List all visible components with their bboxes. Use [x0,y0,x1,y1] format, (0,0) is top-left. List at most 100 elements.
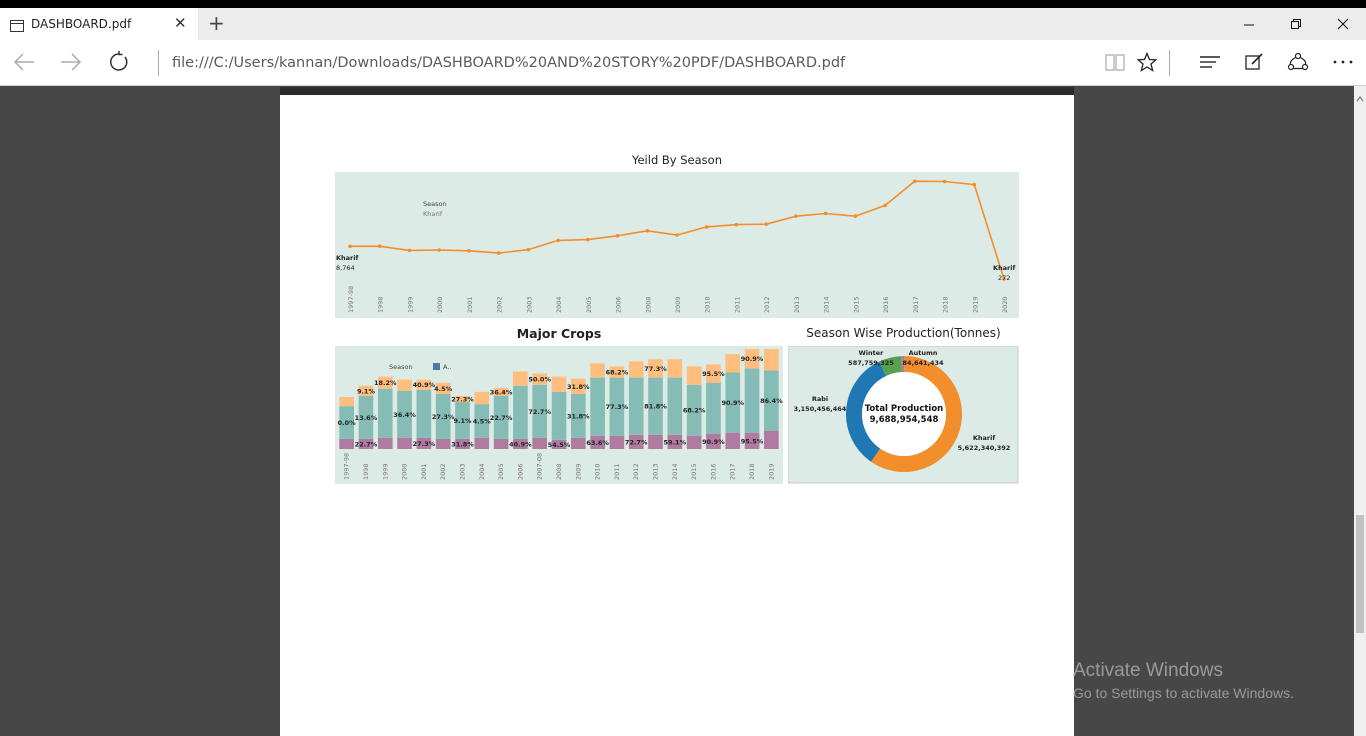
slice-name-label: Winter [859,349,885,357]
tab-close-button[interactable]: ✕ [174,15,187,31]
restore-button[interactable] [1289,16,1309,32]
slice-name-label: Rabi [812,395,828,403]
scrollbar[interactable] [1354,86,1366,736]
slice-value-label: 3,150,456,464 [794,405,847,413]
close-window-button[interactable] [1336,16,1356,32]
legend-title: Season [389,363,413,371]
x-tick-label: 2012 [632,463,640,480]
x-tick-label: 2006 [615,296,623,313]
x-tick-label: 2000 [436,296,444,313]
minimize-button[interactable] [1242,16,1262,32]
new-tab-button[interactable]: + [208,12,225,34]
x-tick-label: 2011 [613,463,621,480]
slice-value-label: 587,759,325 [848,359,894,367]
data-label: 90.9% [741,355,764,363]
yield-point [823,211,828,216]
yield-by-season-chart: 1997-98 1998 1999 2000 2001 2002 2003 2004 2005 2… [335,172,1019,318]
x-tick-label: 2020 [1001,296,1009,313]
bar-segment-bottom [609,435,625,449]
tab-page-icon [10,17,24,36]
yield-point [972,182,977,187]
hub-icon[interactable] [1199,52,1221,76]
x-tick-label: 2001 [420,463,428,480]
bar-segment-mid [706,382,721,434]
start-value-label: 8,764 [336,264,355,272]
donut-center-label: Total Production [865,404,943,414]
yield-point [615,233,620,238]
scroll-up-arrow-icon[interactable] [1356,88,1364,102]
x-tick-label: 2019 [971,296,979,313]
bar-segment-bottom [435,438,451,449]
legend-title: Season [423,200,447,208]
yield-point [586,237,590,242]
yield-point [556,238,560,243]
legend-item: Kharif [423,210,443,218]
x-tick-label: 2019 [767,463,775,480]
x-tick-label: 2003 [525,296,533,313]
bar-segment-bottom [725,432,741,449]
yield-point [496,251,501,255]
x-tick-label: 1997-98 [343,453,351,480]
share-icon[interactable] [1287,52,1309,76]
bar-segment-bottom [493,438,509,449]
bar-segment-bottom [648,434,663,449]
start-series-label: Kharif [336,254,358,262]
x-tick-label: 2002 [439,463,447,480]
x-tick-label: 2002 [496,296,504,313]
data-label: 68.2% [606,368,629,376]
window-top-strip [0,0,1366,8]
yield-chart-title: Yeild By Season [631,153,722,167]
major-crops-chart: 1997-98 1998 1999 2000 2001 2002 2003 2004 2005 2… [335,346,783,484]
slice-name-label: Autumn [909,349,938,357]
legend-swatch [433,363,440,370]
data-label: 31.8% [451,440,474,448]
x-tick-label: 2017 [912,296,920,313]
data-label: 40.9% [413,381,436,389]
favorite-star-icon[interactable] [1136,51,1158,76]
yield-point [645,228,650,233]
data-label: 27.3% [432,413,455,421]
season-production-donut: Total Production9,688,954,548 Kharif 5,622… [788,346,1019,484]
bar-segment-bottom [570,437,586,449]
data-label: 22.7% [355,440,378,448]
x-tick-label: 2008 [644,296,652,313]
forward-arrow-icon[interactable] [59,51,83,77]
bar-segment-bottom [397,437,412,449]
web-note-icon[interactable] [1244,52,1264,76]
refresh-icon[interactable] [108,51,130,77]
season-production-title: Season Wise Production(Tonnes) [806,326,1001,340]
x-tick-label: 1997-98 [347,286,355,313]
yield-point [734,222,739,227]
separator [1169,50,1170,76]
x-tick-label: 2010 [594,463,602,480]
bar-segment-top [397,379,412,391]
data-label: 63.6% [586,439,609,447]
tab-dashboard[interactable]: DASHBOARD.pdf ✕ [0,8,198,40]
data-label: 4.5% [434,385,453,393]
url-field[interactable]: file:///C:/Users/kannan/Downloads/DASHBO… [172,55,845,71]
yield-point [526,247,531,252]
x-tick-label: 2001 [466,296,474,313]
yield-point [794,214,798,218]
bar-segment-bottom [532,437,548,449]
bar-segment-mid [667,377,683,435]
page-separator [280,87,1074,95]
slice-value-label: 84,641,434 [902,359,944,367]
bar-segment-mid [377,388,393,438]
data-label: 31.8% [567,412,590,420]
data-label: 68.2% [683,407,706,415]
back-arrow-icon[interactable] [12,51,36,77]
reading-view-icon[interactable] [1104,52,1126,76]
yield-point [348,244,352,249]
scrollbar-thumb[interactable] [1356,515,1364,633]
bar-segment-bottom [377,437,393,449]
activate-windows-heading: Activate Windows [1073,660,1223,681]
yield-point [883,203,887,208]
data-label: 72.7% [528,408,551,416]
x-tick-label: 2014 [823,296,831,313]
bar-segment-top [764,349,779,371]
x-tick-label: 1999 [406,296,414,313]
more-icon[interactable] [1332,52,1354,76]
bar-segment-mid [551,391,567,440]
data-label: 9.1% [453,417,472,425]
